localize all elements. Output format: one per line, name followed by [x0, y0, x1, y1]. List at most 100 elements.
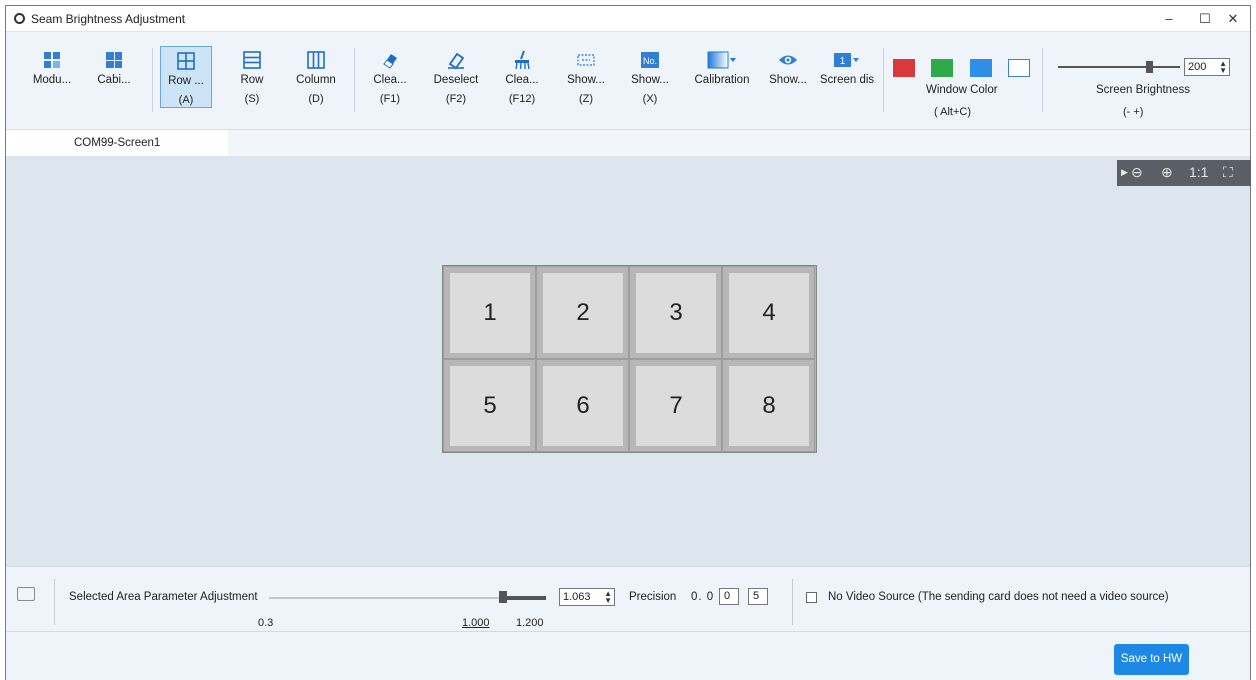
brightness-slider-track[interactable] — [1058, 66, 1180, 68]
clear-all-button[interactable]: Clea... (F12) — [496, 46, 548, 108]
row-column-button[interactable]: Row ... (A) — [160, 46, 212, 108]
green-swatch[interactable] — [931, 59, 953, 77]
eraser-icon — [448, 52, 465, 70]
zoom-toolbar: ▶ ⊖ ⊕ 1:1 ⛶ — [1117, 160, 1251, 186]
toolbar: Modu... Cabi... Row ... (A) Row (S) Colu… — [6, 32, 1250, 130]
brightness-key: (- +) — [1123, 106, 1144, 118]
tab-screen1[interactable]: COM99-Screen1 — [6, 130, 228, 156]
cabinet-button-label: Cabi... — [97, 74, 131, 86]
title-bar: Seam Brightness Adjustment – ☐ ✕ — [6, 6, 1250, 32]
spin-arrows-icon[interactable]: ▲ ▼ — [1219, 60, 1227, 75]
cabinet-cell[interactable]: 3 — [629, 266, 722, 359]
row-grid-icon — [243, 51, 261, 69]
cabinet-cell[interactable]: 6 — [536, 359, 629, 452]
eraser-icon — [383, 54, 397, 69]
no-video-source-label: No Video Source (The sending card does n… — [828, 591, 1169, 603]
minimize-button[interactable]: – — [1151, 6, 1187, 32]
fit-screen-icon[interactable]: ⛶ — [1223, 164, 1233, 181]
screen-display-button[interactable]: 1 Screen dis — [818, 46, 876, 108]
white-swatch[interactable] — [1008, 59, 1030, 77]
collapse-arrow-icon[interactable]: ▶ — [1121, 167, 1128, 178]
param-default-link[interactable]: 1.000 — [462, 617, 490, 629]
deselect-button-key: (F2) — [445, 93, 467, 105]
calibration-button[interactable]: Calibration — [684, 46, 760, 108]
cabinet-cell[interactable]: 1 — [443, 266, 536, 359]
show-number-button-label: Show... — [631, 74, 669, 86]
column-button-key: (D) — [308, 93, 324, 105]
red-swatch[interactable] — [893, 59, 915, 77]
window-color-label: Window Color — [926, 84, 998, 96]
deselect-button[interactable]: Deselect (F2) — [430, 46, 482, 108]
no-video-source-checkbox[interactable] — [806, 592, 817, 603]
clear-button[interactable]: Clea... (F1) — [364, 46, 416, 108]
cabinet-cell-number: 7 — [636, 366, 716, 446]
cabinet-button[interactable]: Cabi... — [88, 46, 140, 108]
row-column-button-key: (A) — [178, 94, 194, 106]
screen-display-button-label: Screen dis — [819, 74, 875, 86]
module-button-label: Modu... — [32, 74, 72, 86]
clear-all-button-key: (F12) — [508, 93, 536, 105]
screen-canvas[interactable]: ▶ ⊖ ⊕ 1:1 ⛶ 1 2 3 4 5 6 7 8 — [6, 156, 1251, 566]
row-column-button-label: Row ... — [168, 75, 204, 87]
show-view-button[interactable]: Show... — [762, 46, 814, 108]
parameter-panel: Selected Area Parameter Adjustment 0.3 1… — [6, 566, 1250, 632]
deselect-button-label: Deselect — [433, 74, 479, 86]
column-button-label: Column — [296, 74, 336, 86]
show-selection-button[interactable]: Show... (Z) — [560, 46, 612, 108]
close-button[interactable]: ✕ — [1215, 6, 1251, 32]
blue-swatch[interactable] — [970, 59, 992, 77]
clear-button-label: Clea... — [373, 74, 407, 86]
param-spinbox[interactable]: 1.063 ▲ ▼ — [559, 588, 615, 606]
cabinet-cell-number: 4 — [729, 273, 809, 353]
brightness-slider-thumb[interactable] — [1146, 61, 1153, 73]
zoom-out-icon[interactable]: ⊖ — [1131, 164, 1143, 181]
param-slider-thumb[interactable] — [499, 591, 507, 603]
row-button-key: (S) — [244, 93, 260, 105]
show-selection-button-key: (Z) — [578, 93, 594, 105]
param-max-label: 1.200 — [516, 617, 544, 629]
brightness-label: Screen Brightness — [1096, 84, 1190, 96]
cabinet-cell-number: 5 — [450, 366, 530, 446]
param-slider-fill — [506, 596, 546, 600]
toolbar-separator — [1042, 48, 1043, 112]
app-icon — [14, 13, 25, 24]
cabinet-cell-number: 1 — [450, 273, 530, 353]
cabinet-cell-number: 2 — [543, 273, 623, 353]
cabinet-cell[interactable]: 7 — [629, 359, 722, 452]
cabinet-cell-number: 6 — [543, 366, 623, 446]
panel-separator — [792, 579, 793, 625]
cabinet-cell[interactable]: 5 — [443, 359, 536, 452]
zoom-in-icon[interactable]: ⊕ — [1161, 164, 1173, 181]
panel-separator — [54, 579, 55, 625]
cabinet-icon — [106, 52, 122, 68]
number-badge-icon: No. — [641, 52, 659, 68]
show-view-button-label: Show... — [769, 74, 807, 86]
cabinet-cell[interactable]: 4 — [722, 266, 815, 359]
clear-button-key: (F1) — [379, 93, 401, 105]
show-number-button-key: (X) — [642, 93, 658, 105]
column-button[interactable]: Column (D) — [290, 46, 342, 108]
save-to-hw-button[interactable]: Save to HW — [1114, 644, 1189, 675]
calibration-button-label: Calibration — [694, 74, 750, 86]
cabinet-cell[interactable]: 2 — [536, 266, 629, 359]
precision-label: Precision — [629, 591, 677, 603]
precision-digit-2-input[interactable]: 5 — [748, 588, 768, 605]
cabinet-cell[interactable]: 8 — [722, 359, 815, 452]
show-number-button[interactable]: No. Show... (X) — [624, 46, 676, 108]
window-title: Seam Brightness Adjustment — [31, 12, 186, 26]
toolbar-separator — [354, 48, 355, 112]
module-button[interactable]: Modu... — [26, 46, 78, 108]
row-button[interactable]: Row (S) — [226, 46, 278, 108]
param-label: Selected Area Parameter Adjustment — [69, 591, 258, 603]
dotted-rect-icon — [577, 54, 595, 66]
one-to-one-button[interactable]: 1:1 — [1189, 164, 1208, 180]
clear-all-button-label: Clea... — [505, 74, 539, 86]
precision-digit-1-input[interactable]: 0 — [719, 588, 739, 605]
cabinet-cell-number: 8 — [729, 366, 809, 446]
brightness-spinbox[interactable]: 200 ▲ ▼ — [1184, 58, 1230, 76]
spin-arrows-icon[interactable]: ▲ ▼ — [604, 590, 612, 605]
screen-number-icon: 1 — [834, 53, 859, 67]
keyboard-icon[interactable] — [17, 587, 35, 601]
calibration-gradient-icon — [707, 51, 736, 69]
toolbar-separator — [883, 48, 884, 112]
